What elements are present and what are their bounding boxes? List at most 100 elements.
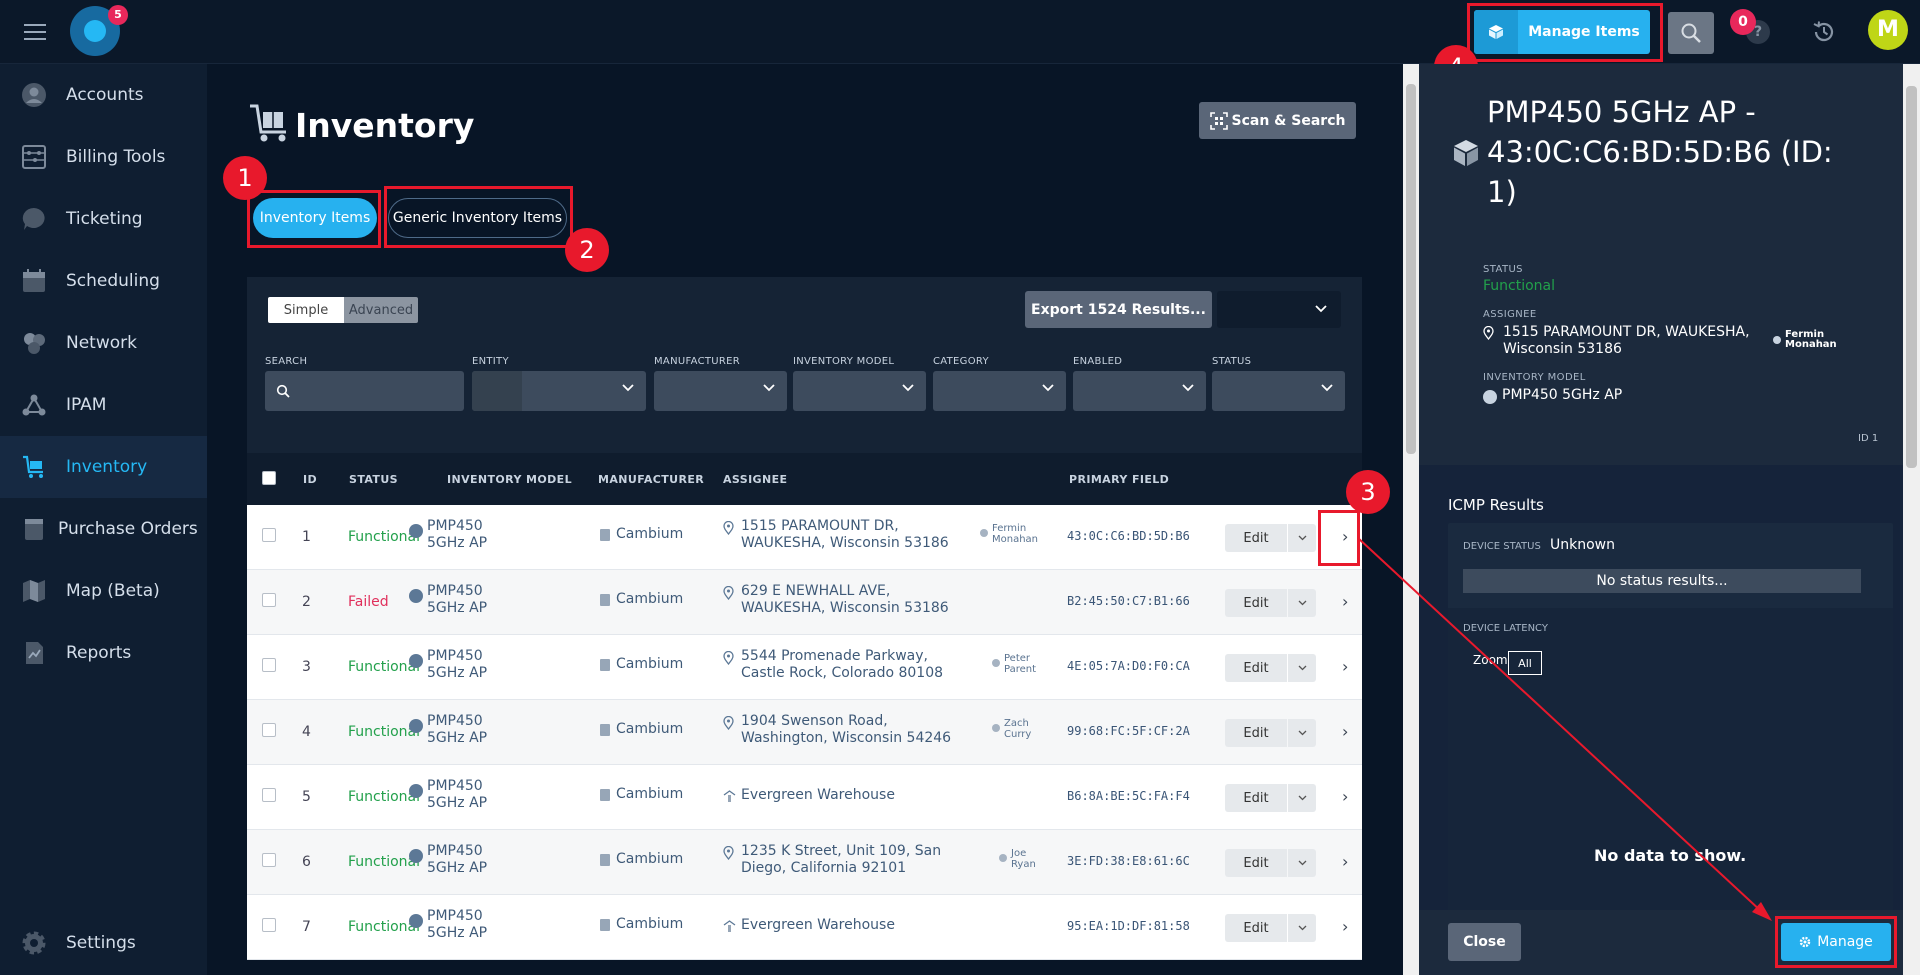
row-manufacturer[interactable]: Cambium [600, 786, 683, 802]
sidebar-item-network[interactable]: Network [0, 312, 207, 374]
row-manufacturer[interactable]: Cambium [600, 851, 683, 867]
table-row[interactable]: 5 Functional PMP450 5GHz AP Cambium Ever… [247, 765, 1362, 830]
row-assignee-person[interactable]: Fermin Monahan [980, 523, 1040, 545]
close-button[interactable]: Close [1448, 923, 1521, 961]
row-edit-button[interactable]: Edit [1225, 914, 1287, 942]
row-assignee-person[interactable]: Joe Ryan [999, 848, 1043, 870]
row-manufacturer[interactable]: Cambium [600, 656, 683, 672]
global-search-button[interactable] [1668, 12, 1714, 54]
row-model[interactable]: PMP450 5GHz AP [409, 518, 524, 552]
panel-model-value[interactable]: PMP450 5GHz AP [1483, 387, 1622, 404]
sidebar-item-inventory[interactable]: Inventory [0, 436, 207, 498]
app-logo[interactable]: 5 [70, 5, 128, 56]
row-model[interactable]: PMP450 5GHz AP [409, 908, 524, 942]
row-expand-chevron-right-icon[interactable]: › [1342, 722, 1348, 741]
panel-assignee-person[interactable]: Fermin Monahan [1773, 330, 1843, 350]
entity-select[interactable] [472, 371, 646, 411]
sidebar-item-purchase-orders[interactable]: Purchase Orders [0, 498, 207, 560]
row-checkbox[interactable] [262, 853, 276, 867]
row-assignee-address[interactable]: 1904 Swenson Road, Washington, Wisconsin… [723, 713, 963, 747]
table-row[interactable]: 3 Functional PMP450 5GHz AP Cambium 5544… [247, 635, 1362, 700]
table-row[interactable]: 4 Functional PMP450 5GHz AP Cambium 1904… [247, 700, 1362, 765]
row-assignee-address[interactable]: 629 E NEWHALL AVE, WAUKESHA, Wisconsin 5… [723, 583, 963, 617]
enabled-select[interactable] [1073, 371, 1206, 411]
row-checkbox[interactable] [262, 723, 276, 737]
row-manufacturer[interactable]: Cambium [600, 721, 683, 737]
status-select[interactable] [1212, 371, 1345, 411]
row-edit-dropdown[interactable] [1288, 914, 1316, 942]
row-model[interactable]: PMP450 5GHz AP [409, 583, 524, 617]
row-edit-dropdown[interactable] [1288, 849, 1316, 877]
row-expand-chevron-right-icon[interactable]: › [1342, 657, 1348, 676]
row-edit-button[interactable]: Edit [1225, 849, 1287, 877]
row-assignee-location[interactable]: Evergreen Warehouse [723, 787, 963, 804]
row-model[interactable]: PMP450 5GHz AP [409, 843, 524, 877]
sidebar-item-scheduling[interactable]: Scheduling [0, 250, 207, 312]
sidebar-item-ipam[interactable]: IPAM [0, 374, 207, 436]
notifications-badge[interactable]: 0 [1730, 9, 1756, 35]
export-format-dropdown[interactable] [1217, 291, 1341, 328]
row-edit-button[interactable]: Edit [1225, 654, 1287, 682]
sidebar-item-reports[interactable]: Reports [0, 622, 207, 684]
row-checkbox[interactable] [262, 658, 276, 672]
row-edit-button[interactable]: Edit [1225, 784, 1287, 812]
panel-scrollbar-thumb[interactable] [1906, 86, 1917, 468]
sidebar-item-billing-tools[interactable]: Billing Tools [0, 126, 207, 188]
hamburger-menu-icon[interactable] [24, 24, 46, 40]
column-header-status[interactable]: STATUS [349, 473, 398, 486]
sidebar-item-map[interactable]: Map (Beta) [0, 560, 207, 622]
column-header-primary-field[interactable]: PRIMARY FIELD [1069, 473, 1169, 486]
panel-scrollbar[interactable] [1903, 64, 1920, 975]
row-checkbox[interactable] [262, 593, 276, 607]
row-edit-dropdown[interactable] [1288, 524, 1316, 552]
sidebar-item-ticketing[interactable]: Ticketing [0, 188, 207, 250]
category-select[interactable] [933, 371, 1066, 411]
row-manufacturer[interactable]: Cambium [600, 591, 683, 607]
row-edit-dropdown[interactable] [1288, 784, 1316, 812]
row-checkbox[interactable] [262, 918, 276, 932]
export-results-button[interactable]: Export 1524 Results... [1025, 291, 1212, 328]
row-assignee-person[interactable]: Peter Parent [992, 653, 1042, 675]
inventory-model-select[interactable] [793, 371, 926, 411]
row-assignee-address[interactable]: 1515 PARAMOUNT DR, WAUKESHA, Wisconsin 5… [723, 518, 963, 552]
manufacturer-select[interactable] [654, 371, 787, 411]
row-manufacturer[interactable]: Cambium [600, 526, 683, 542]
mode-simple-button[interactable]: Simple [268, 297, 344, 323]
row-expand-chevron-right-icon[interactable]: › [1342, 852, 1348, 871]
row-edit-dropdown[interactable] [1288, 654, 1316, 682]
history-icon[interactable] [1810, 18, 1838, 50]
row-assignee-person[interactable]: Zach Curry [992, 718, 1042, 740]
row-expand-chevron-right-icon[interactable]: › [1342, 917, 1348, 936]
column-header-id[interactable]: ID [303, 473, 317, 486]
table-row[interactable]: 6 Functional PMP450 5GHz AP Cambium 1235… [247, 830, 1362, 895]
row-model[interactable]: PMP450 5GHz AP [409, 778, 524, 812]
row-manufacturer[interactable]: Cambium [600, 916, 683, 932]
row-assignee-address[interactable]: 1235 K Street, Unit 109, San Diego, Cali… [723, 843, 973, 877]
row-edit-button[interactable]: Edit [1225, 524, 1287, 552]
row-checkbox[interactable] [262, 788, 276, 802]
row-edit-dropdown[interactable] [1288, 589, 1316, 617]
row-edit-button[interactable]: Edit [1225, 589, 1287, 617]
row-edit-button[interactable]: Edit [1225, 719, 1287, 747]
zoom-all-button[interactable]: All [1508, 651, 1542, 675]
table-row[interactable]: 2 Failed PMP450 5GHz AP Cambium 629 E NE… [247, 570, 1362, 635]
sidebar-item-settings[interactable]: Settings [0, 912, 207, 974]
row-assignee-location[interactable]: Evergreen Warehouse [723, 917, 963, 934]
main-scrollbar[interactable] [1403, 64, 1419, 975]
row-expand-chevron-right-icon[interactable]: › [1342, 787, 1348, 806]
row-edit-dropdown[interactable] [1288, 719, 1316, 747]
panel-assignee-address[interactable]: 1515 PARAMOUNT DR, WAUKESHA, Wisconsin 5… [1483, 324, 1783, 358]
row-assignee-address[interactable]: 5544 Promenade Parkway, Castle Rock, Col… [723, 648, 963, 682]
sidebar-item-accounts[interactable]: Accounts [0, 64, 207, 126]
table-row[interactable]: 7 Functional PMP450 5GHz AP Cambium Ever… [247, 895, 1362, 960]
row-expand-chevron-right-icon[interactable]: › [1342, 592, 1348, 611]
column-header-inventory-model[interactable]: INVENTORY MODEL [447, 473, 572, 486]
scan-search-button[interactable]: Scan & Search [1199, 102, 1356, 139]
column-header-assignee[interactable]: ASSIGNEE [723, 473, 787, 486]
select-all-checkbox[interactable] [262, 471, 276, 485]
column-header-manufacturer[interactable]: MANUFACTURER [598, 473, 704, 486]
row-model[interactable]: PMP450 5GHz AP [409, 713, 524, 747]
row-checkbox[interactable] [262, 528, 276, 542]
search-input[interactable] [265, 371, 464, 411]
user-avatar[interactable]: M [1868, 10, 1908, 50]
